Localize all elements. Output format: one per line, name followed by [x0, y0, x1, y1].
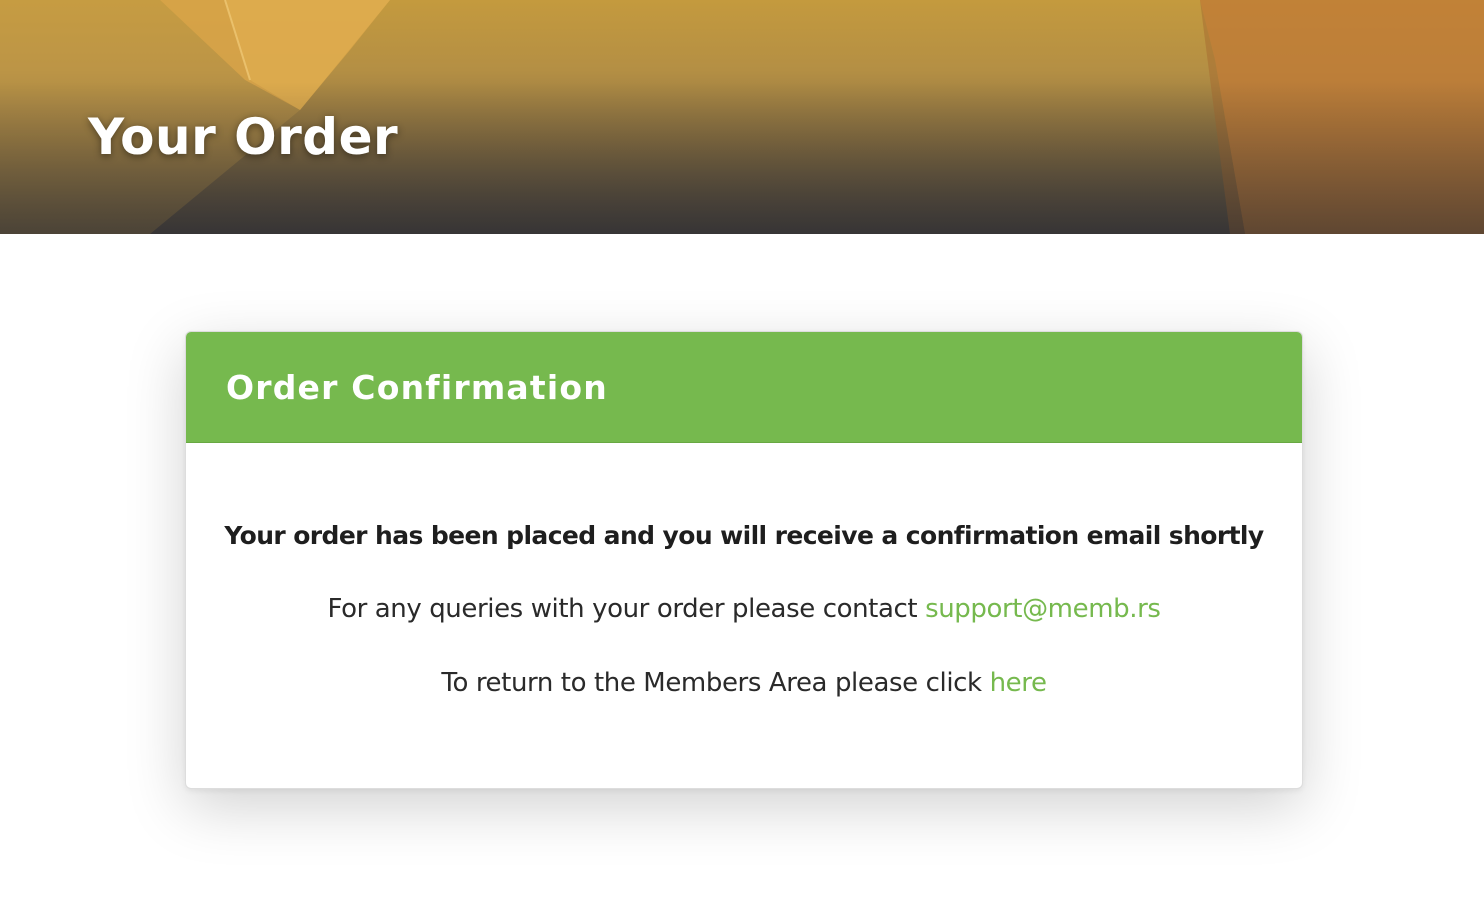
order-placed-message: Your order has been placed and you will …	[224, 521, 1264, 550]
support-text: For any queries with your order please c…	[327, 594, 926, 624]
return-text: To return to the Members Area please cli…	[441, 668, 990, 698]
return-line: To return to the Members Area please cli…	[186, 668, 1302, 698]
members-area-link[interactable]: here	[990, 668, 1047, 698]
card-title: Order Confirmation	[226, 367, 608, 407]
support-line: For any queries with your order please c…	[186, 594, 1302, 624]
card-body: Your order has been placed and you will …	[186, 443, 1302, 698]
order-confirmation-card: Order Confirmation Your order has been p…	[185, 331, 1303, 789]
hero-banner: Your Order	[0, 0, 1484, 234]
card-header: Order Confirmation	[186, 332, 1302, 443]
page-title: Your Order	[88, 108, 399, 166]
support-email-link[interactable]: support@memb.rs	[925, 594, 1161, 624]
